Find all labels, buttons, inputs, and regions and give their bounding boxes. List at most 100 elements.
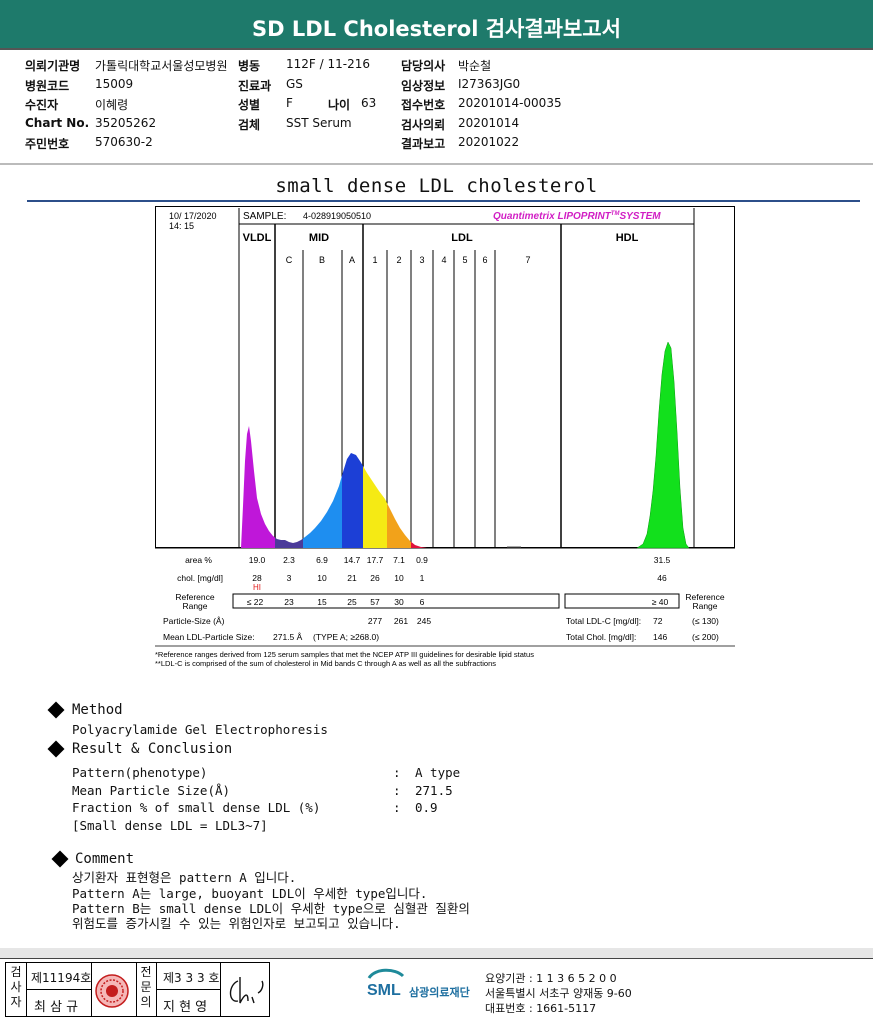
info-value: 570630-2	[95, 135, 153, 149]
particle-label: Particle-Size (Å)	[163, 616, 225, 626]
info-value: GS	[286, 77, 303, 91]
chol-value: 28	[252, 573, 262, 583]
area-value: 0.9	[416, 555, 428, 565]
result-colon: :	[393, 800, 401, 815]
total-ldl-value: 72	[653, 616, 663, 626]
info-label: 수진자	[25, 98, 59, 112]
specialist-license: 제3 3 3 호	[163, 971, 220, 985]
ref-value: 15	[317, 597, 327, 607]
mean-size-label: Mean LDL-Particle Size:	[163, 632, 255, 642]
ref-value: 25	[347, 597, 357, 607]
report-date: 10/ 17/2020	[169, 211, 217, 221]
info-value: 가톨릭대학교서울성모병원	[95, 59, 228, 73]
info-value: F	[286, 96, 293, 110]
title-underline	[27, 200, 860, 202]
fraction-table: area % 19.0 2.3 6.9 14.7 17.7 7.1 0.9 31…	[155, 555, 735, 668]
chol-value: 10	[394, 573, 404, 583]
footer-band	[0, 948, 873, 958]
info-label: 주민번호	[25, 137, 70, 151]
method-title: Method	[72, 702, 123, 718]
footnote: **LDL-C is comprised of the sum of chole…	[155, 659, 496, 668]
band-label: 6	[482, 255, 487, 265]
result-colon: :	[393, 765, 401, 780]
result-label: Fraction % of small dense LDL (%)	[72, 800, 321, 815]
region-label: VLDL	[243, 232, 272, 244]
area-value: 19.0	[249, 555, 266, 565]
chol-value: 46	[657, 573, 667, 583]
examiner-role: 검 사 자	[10, 965, 22, 1009]
result-title: Result & Conclusion	[72, 741, 233, 757]
hi-flag: HI	[253, 583, 261, 592]
specialist-role: 전 문 의	[140, 965, 152, 1009]
sample-label: SAMPLE:	[243, 211, 286, 222]
result-label: Mean Particle Size(Å)	[72, 783, 231, 798]
total-chol-label: Total Chol. [mg/dl]:	[566, 632, 636, 642]
info-label: 접수번호	[401, 98, 446, 112]
brand-name: Quantimetrix LIPOPRINTTMSYSTEM	[493, 211, 661, 222]
result-value: 0.9	[415, 800, 438, 815]
band-label: 7	[525, 255, 530, 265]
chol-label: chol. [mg/dl]	[177, 573, 223, 583]
info-value: 박순철	[458, 59, 492, 73]
band-label: 1	[372, 255, 377, 265]
info-value: 15009	[95, 77, 134, 91]
info-label: 담당의사	[401, 59, 446, 73]
sample-id: 4-028919050510	[303, 211, 371, 221]
report-header: SD LDL Cholesterol 검사결과보고서	[0, 0, 873, 48]
total-chol-ref: (≤ 200)	[692, 632, 719, 642]
chol-value: 26	[370, 573, 380, 583]
info-label: 결과보고	[401, 137, 446, 151]
info-label: 진료과	[238, 79, 272, 93]
info-label: 임상정보	[401, 79, 446, 93]
bullet-icon	[47, 740, 65, 758]
band-label: 4	[441, 255, 446, 265]
band-label: C	[286, 255, 293, 265]
examiner-name: 최 삼 규	[34, 1000, 79, 1015]
comment-line: 위험도를 증가시킬 수 있는 위험인자로 보고되고 있습니다.	[72, 916, 401, 931]
footer-info-line: 서울특별시 서초구 양재동 9-60	[485, 987, 632, 1000]
result-value: 271.5	[415, 783, 453, 798]
ref-label-right: Range	[692, 601, 717, 611]
info-value: 20201014-00035	[458, 96, 562, 110]
particle-value: 277	[368, 616, 382, 626]
band-label: B	[319, 255, 325, 265]
seal-stamp-icon	[95, 974, 129, 1008]
footer-divider	[0, 958, 873, 959]
ref-value: ≤ 22	[247, 597, 264, 607]
info-value: 112F / 11-216	[286, 57, 370, 71]
signature-icon	[229, 977, 264, 1004]
info-value: 20201014	[458, 116, 520, 130]
ref-value: 57	[370, 597, 380, 607]
total-ldl-label: Total LDL-C [mg/dl]:	[566, 616, 641, 626]
ref-value: 23	[284, 597, 294, 607]
info-label: 의뢰기관명	[25, 59, 81, 73]
info-label: 병동	[238, 59, 261, 73]
info-value: SST Serum	[286, 116, 352, 130]
document-title: small dense LDL cholesterol	[275, 175, 598, 197]
info-value: 이혜령	[95, 98, 129, 112]
result-label: Pattern(phenotype)	[72, 765, 208, 780]
area-value: 7.1	[393, 555, 405, 565]
particle-value: 245	[417, 616, 431, 626]
ref-value: 30	[394, 597, 404, 607]
sml-logo-icon: SML	[367, 968, 405, 998]
area-value: 14.7	[344, 555, 361, 565]
info-label: 성별	[238, 98, 261, 112]
ref-value: 6	[420, 597, 425, 607]
info-value: I27363JG0	[458, 77, 521, 91]
band-label: 3	[419, 255, 424, 265]
lipoprint-report: 10/ 17/2020 14: 15 SAMPLE: 4-02891905051…	[155, 206, 735, 671]
signature-box: 검 사 자 제11194호 최 삼 규 전 문 의 제3 3 3 호 지 현 영	[5, 962, 270, 1017]
region-label: LDL	[451, 232, 473, 244]
total-chol-value: 146	[653, 632, 667, 642]
footnote: *Reference ranges derived from 125 serum…	[155, 650, 534, 659]
result-value: A type	[415, 765, 461, 780]
specialist-name: 지 현 영	[163, 1000, 208, 1015]
info-label: 검체	[238, 118, 261, 132]
mean-size-type: (TYPE A; ≥268.0)	[313, 632, 379, 642]
header-divider	[0, 48, 873, 50]
band-label: A	[349, 255, 355, 265]
method-text: Polyacrylamide Gel Electrophoresis	[72, 722, 328, 737]
area-value: 17.7	[367, 555, 384, 565]
chol-value: 3	[287, 573, 292, 583]
